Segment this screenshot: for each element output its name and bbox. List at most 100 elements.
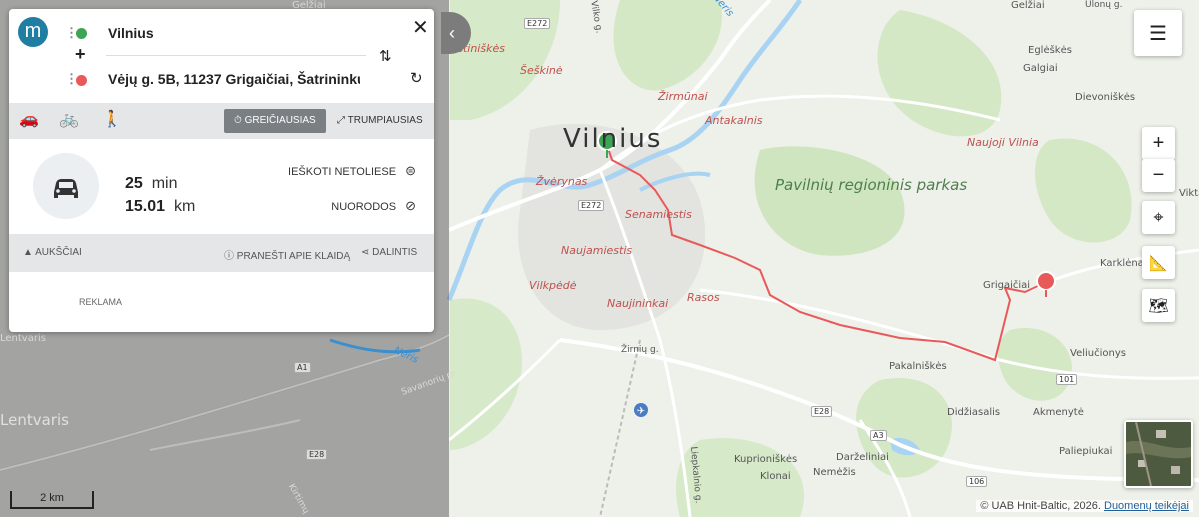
add-waypoint-button[interactable]: + bbox=[75, 44, 86, 65]
crosshair-icon: ⌖ bbox=[1153, 207, 1164, 227]
city-label: Vilnius bbox=[563, 124, 663, 154]
place-label: Darželiniai bbox=[836, 452, 889, 463]
ruler-icon: 📐 bbox=[1149, 254, 1168, 272]
place-label: Gelžiai bbox=[1011, 0, 1045, 11]
place-label: Veliučionys bbox=[1070, 348, 1126, 359]
directions-button[interactable]: NUORODOS ⊘ bbox=[331, 198, 416, 214]
road-badge: A1 bbox=[294, 362, 311, 373]
share-button[interactable]: ⋖ DALINTIS bbox=[361, 247, 417, 258]
place-label: Dievoniškės bbox=[1075, 92, 1136, 103]
destination-pin-icon bbox=[76, 75, 87, 86]
place-label: Paliepiukai bbox=[1059, 446, 1113, 457]
search-nearby-label: IEŠKOTI NETOLIESE bbox=[288, 166, 397, 178]
road-badge: 101 bbox=[1056, 374, 1078, 385]
directions-label: NUORODOS bbox=[331, 201, 397, 213]
district-label: Rasos bbox=[687, 291, 720, 304]
elevation-label: AUKŠČIAI bbox=[35, 247, 82, 258]
district-label: Senamiestis bbox=[625, 208, 692, 221]
distance-unit: km bbox=[173, 198, 196, 215]
district-label: Antakalnis bbox=[705, 114, 763, 127]
route-inputs: m ⋮ Vilnius + ⇅ ⋮ Vėjų g. 5B, 11237 Grig… bbox=[9, 9, 434, 103]
street-label: Ulonų g. bbox=[1085, 0, 1123, 10]
svg-text:✈: ✈ bbox=[637, 406, 645, 417]
satellite-layer-toggle[interactable] bbox=[1124, 420, 1193, 488]
place-label: Karklėnai bbox=[1100, 258, 1147, 269]
hamburger-icon: ☰ bbox=[1149, 22, 1167, 45]
road-badge: A3 bbox=[870, 430, 887, 441]
scale-bar: 2 km bbox=[10, 491, 94, 509]
park-label: Pavilnių regioninis parkas bbox=[775, 176, 968, 194]
street-label: Žirnių g. bbox=[621, 345, 659, 355]
place-label: Lentvaris bbox=[0, 411, 69, 429]
road-badge: E272 bbox=[578, 200, 605, 211]
district-label: Žvėrynas bbox=[536, 175, 588, 188]
road-badge: E28 bbox=[306, 449, 328, 460]
search-nearby-button[interactable]: IEŠKOTI NETOLIESE ⊜ bbox=[288, 163, 416, 179]
place-label: Didžiasalis bbox=[947, 407, 1001, 418]
app-logo[interactable]: m bbox=[18, 17, 48, 47]
district-label: Vilkpėdė bbox=[529, 279, 577, 292]
place-label: Akmenytė bbox=[1033, 407, 1084, 418]
swap-icon[interactable]: ⇅ bbox=[379, 47, 392, 65]
elevation-button[interactable]: ▲ AUKŠČIAI bbox=[23, 247, 82, 258]
attribution: © UAB Hnit-Baltic, 2026. Duomenų teikėja… bbox=[976, 500, 1193, 512]
place-label: Galgiai bbox=[1023, 63, 1058, 74]
place-label: Lentvaris bbox=[0, 333, 46, 344]
zoom-out-button[interactable]: − bbox=[1142, 159, 1175, 192]
destination-field[interactable]: Vėjų g. 5B, 11237 Grigaičiai, Šatrininkų bbox=[108, 71, 360, 87]
district-label: Naujamiestis bbox=[561, 244, 633, 257]
district-label: Naujininkai bbox=[607, 297, 669, 310]
compass-icon: ⊘ bbox=[405, 198, 416, 213]
route-summary: 25 min 15.01 km IEŠKOTI NETOLIESE ⊜ NUOR… bbox=[9, 139, 434, 234]
road-badge: E28 bbox=[811, 406, 833, 417]
duration-unit: min bbox=[151, 175, 178, 192]
place-label: Kuprioniškės bbox=[734, 454, 798, 465]
place-label: Pakalniškės bbox=[889, 361, 947, 372]
data-providers-link[interactable]: Duomenų teikėjai bbox=[1104, 500, 1189, 512]
distance-value: 15.01 bbox=[125, 198, 166, 215]
place-label: Viktariškės bbox=[1179, 188, 1199, 199]
attribution-text: © UAB Hnit-Baltic, 2026. bbox=[980, 500, 1101, 512]
bike-icon[interactable]: 🚲 bbox=[59, 109, 79, 129]
fastest-route-button[interactable]: ⏱ GREIČIAUSIAS bbox=[224, 109, 326, 133]
place-label: Eglėškės bbox=[1028, 45, 1072, 56]
measure-button[interactable]: 📐 bbox=[1142, 246, 1175, 279]
ad-label: REKLAMA bbox=[79, 297, 123, 307]
zoom-in-button[interactable]: + bbox=[1142, 127, 1175, 160]
fastest-label: GREIČIAUSIAS bbox=[244, 115, 316, 126]
place-label: Klonai bbox=[760, 471, 791, 482]
place-label: Nemėžis bbox=[813, 467, 856, 478]
origin-pin-icon bbox=[76, 28, 87, 39]
origin-field[interactable]: Vilnius bbox=[108, 25, 358, 41]
minus-icon: − bbox=[1152, 164, 1165, 186]
map-type-button[interactable]: 🗺 bbox=[1142, 289, 1175, 322]
share-label: DALINTIS bbox=[372, 247, 418, 258]
duration: 25 min bbox=[125, 175, 177, 193]
search-icon: ⊜ bbox=[405, 163, 416, 178]
divider bbox=[106, 55, 366, 56]
place-label: Grigaičiai bbox=[983, 280, 1031, 291]
chevron-left-icon: ‹ bbox=[449, 23, 455, 43]
reset-icon[interactable]: ↻ bbox=[410, 69, 423, 87]
report-error-button[interactable]: ⓘ PRANEŠTI APIE KLAIDĄ bbox=[224, 247, 350, 262]
car-icon bbox=[33, 153, 99, 219]
route-info-bar: ▲ AUKŠČIAI ⓘ PRANEŠTI APIE KLAIDĄ ⋖ DALI… bbox=[9, 234, 434, 272]
shortest-route-button[interactable]: ⤢ TRUMPIAUSIAS bbox=[327, 109, 433, 133]
locate-button[interactable]: ⌖ bbox=[1142, 201, 1175, 234]
close-icon[interactable]: ✕ bbox=[412, 15, 429, 40]
district-label: Naujoji Vilnia bbox=[967, 136, 1039, 149]
district-label: Šeškinė bbox=[520, 64, 563, 77]
district-label: Žirmūnai bbox=[658, 90, 708, 103]
menu-button[interactable]: ☰ bbox=[1134, 10, 1182, 56]
duration-value: 25 bbox=[125, 175, 143, 192]
report-label: PRANEŠTI APIE KLAIDĄ bbox=[236, 251, 351, 262]
road-badge: 106 bbox=[966, 476, 988, 487]
car-icon[interactable]: 🚗 bbox=[19, 109, 39, 129]
route-panel: m ⋮ Vilnius + ⇅ ⋮ Vėjų g. 5B, 11237 Grig… bbox=[9, 9, 434, 332]
distance: 15.01 km bbox=[125, 198, 195, 216]
walk-icon[interactable]: 🚶 bbox=[102, 109, 122, 129]
map-icon: 🗺 bbox=[1148, 297, 1169, 315]
shortest-label: TRUMPIAUSIAS bbox=[347, 115, 423, 126]
road-badge: E272 bbox=[524, 18, 551, 29]
travel-mode-bar: 🚗 🚲 🚶 ⏱ GREIČIAUSIAS ⤢ TRUMPIAUSIAS bbox=[9, 103, 434, 139]
